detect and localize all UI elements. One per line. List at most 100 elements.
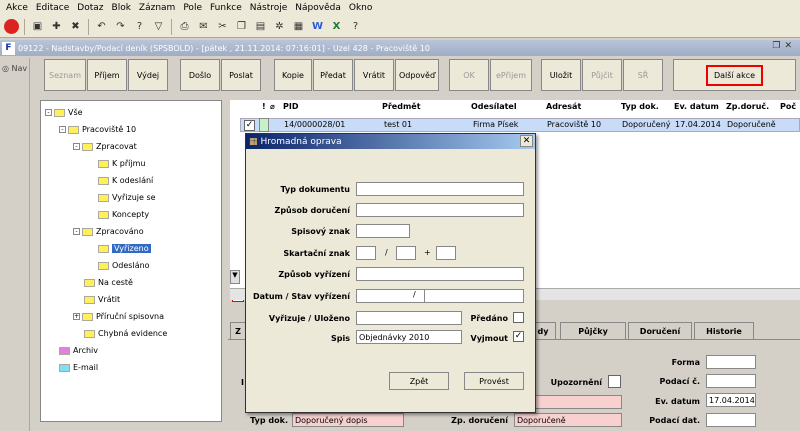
menu-napoveda[interactable]: Nápověda	[291, 3, 345, 13]
expand-icon[interactable]: +	[73, 313, 80, 320]
query-icon[interactable]: ?	[131, 18, 148, 35]
sr-button[interactable]: SŘ	[623, 59, 663, 91]
redo-icon[interactable]: ↷	[112, 18, 129, 35]
undo-icon[interactable]: ↶	[93, 18, 110, 35]
tab-doruceni[interactable]: Doručení	[628, 322, 692, 340]
cell-zpdoruc[interactable]: Doporučeně	[727, 120, 776, 129]
prijem-button[interactable]: Příjem	[87, 59, 127, 91]
typ-dokumentu-field[interactable]	[356, 182, 524, 196]
tab-historie[interactable]: Historie	[694, 322, 754, 340]
col-poc[interactable]: Poč	[780, 102, 796, 111]
collapse-icon[interactable]: -	[45, 109, 52, 116]
cell-typdok[interactable]: Doporučený	[622, 120, 671, 129]
menu-nastroje[interactable]: Nástroje	[246, 3, 292, 13]
skartacni-znak-field-1[interactable]	[356, 246, 376, 260]
menu-dotaz[interactable]: Dotaz	[73, 3, 107, 13]
scroll-down-icon[interactable]: ▼	[230, 270, 240, 284]
cell-predmet[interactable]: test 01	[384, 120, 412, 129]
tab-z[interactable]: Z	[230, 322, 246, 340]
col-evdatum[interactable]: Ev. datum	[674, 102, 719, 111]
paste-icon[interactable]: ▤	[252, 18, 269, 35]
col-adresat[interactable]: Adresát	[546, 102, 581, 111]
zpusob-doruceni-field[interactable]	[356, 203, 524, 217]
col-pid[interactable]: PID	[283, 102, 298, 111]
col-zpdoruc[interactable]: Zp.doruč.	[726, 102, 769, 111]
tree-item-vyrizeno[interactable]: Vyřízeno	[98, 244, 151, 253]
menu-okno[interactable]: Okno	[345, 3, 377, 13]
podaci-dat-field[interactable]	[706, 413, 756, 427]
spis-field[interactable]: Objednávky 2010	[356, 330, 462, 344]
row-checkbox[interactable]: ✓	[244, 120, 255, 131]
tree-item-prirucni[interactable]: + Příruční spisovna	[73, 312, 164, 321]
filter-icon[interactable]: ▽	[150, 18, 167, 35]
col-typdok[interactable]: Typ dok.	[621, 102, 659, 111]
dalsi-akce-button[interactable]: Další akce	[705, 64, 764, 86]
cell-odesilatel[interactable]: Firma Písek	[473, 120, 518, 129]
tree-item-email[interactable]: E-mail	[59, 363, 98, 372]
tree-item-zpracovano[interactable]: - Zpracováno	[73, 227, 144, 236]
copy-icon[interactable]: ❐	[233, 18, 250, 35]
tree-item-vratit[interactable]: Vrátit	[84, 295, 120, 304]
nav-label[interactable]: ◎ Nav	[2, 64, 27, 73]
zpdoruc-field[interactable]: Doporučeně	[514, 413, 622, 427]
delete-icon[interactable]: ✖	[67, 18, 84, 35]
mail-icon[interactable]: ✉	[195, 18, 212, 35]
skartacni-znak-field-3[interactable]	[436, 246, 456, 260]
cell-evdatum[interactable]: 17.04.2014	[675, 120, 721, 129]
tree-item-vse[interactable]: - Vše	[45, 108, 83, 117]
podaci-c-field[interactable]	[706, 374, 756, 388]
tree-item-archiv[interactable]: Archiv	[59, 346, 98, 355]
skartacni-znak-field-2[interactable]	[396, 246, 416, 260]
tree-item-chybna[interactable]: Chybná evidence	[84, 329, 167, 338]
tree-item-na-ceste[interactable]: Na cestě	[84, 278, 133, 287]
seznam-button[interactable]: Seznam	[44, 59, 86, 91]
collapse-icon[interactable]: -	[59, 126, 66, 133]
new-icon[interactable]: ✚	[48, 18, 65, 35]
col-predmet[interactable]: Předmět	[382, 102, 421, 111]
tree-item-zpracovat[interactable]: - Zpracovat	[73, 142, 137, 151]
excel-icon[interactable]: X	[328, 18, 345, 35]
window-controls[interactable]: ❐✕	[772, 41, 796, 51]
dialog-titlebar[interactable]: ▦ Hromadná oprava	[246, 134, 535, 149]
tools-icon[interactable]: ✲	[271, 18, 288, 35]
upozorneni-checkbox[interactable]	[608, 375, 621, 388]
vyrizuje-field[interactable]	[356, 311, 462, 325]
ev-datum-field[interactable]: 17.04.2014	[706, 393, 756, 407]
zpusob-vyrizeni-field[interactable]	[356, 267, 524, 281]
tree-item-vyrizuje[interactable]: Vyřizuje se	[98, 193, 156, 202]
zpet-button[interactable]: Zpět	[389, 372, 449, 390]
calendar-icon[interactable]: ▦	[290, 18, 307, 35]
tree-item-k-odeslani[interactable]: K odeslání	[98, 176, 153, 185]
poslat-button[interactable]: Poslat	[221, 59, 261, 91]
menu-editace[interactable]: Editace	[32, 3, 73, 13]
predat-button[interactable]: Předat	[313, 59, 353, 91]
cell-adresat[interactable]: Pracoviště 10	[547, 120, 601, 129]
cut-icon[interactable]: ✂	[214, 18, 231, 35]
menu-zaznam[interactable]: Záznam	[135, 3, 179, 13]
eprijem-button[interactable]: ePřijem	[490, 59, 532, 91]
pujcit-button[interactable]: Půjčit	[582, 59, 622, 91]
collapse-icon[interactable]: -	[73, 143, 80, 150]
help-icon[interactable]: ?	[347, 18, 364, 35]
vydej-button[interactable]: Výdej	[128, 59, 168, 91]
ok-button[interactable]: OK	[449, 59, 489, 91]
menu-akce[interactable]: Akce	[2, 3, 32, 13]
tree-item-pracoviste[interactable]: - Pracoviště 10	[59, 125, 136, 134]
cell-pid[interactable]: 14/0000028/01	[284, 120, 345, 129]
odpoved-button[interactable]: Odpověď	[395, 59, 439, 91]
ulozit-button[interactable]: Uložit	[541, 59, 581, 91]
tree-item-odeslano[interactable]: Odesláno	[98, 261, 150, 270]
spisovy-znak-field[interactable]	[356, 224, 410, 238]
word-icon[interactable]: W	[309, 18, 326, 35]
tree-item-koncepty[interactable]: Koncepty	[98, 210, 149, 219]
collapse-icon[interactable]: -	[73, 228, 80, 235]
tab-pujcky[interactable]: Půjčky	[560, 322, 626, 340]
close-icon[interactable]: ✕	[520, 135, 533, 147]
col-odesilatel[interactable]: Odesílatel	[471, 102, 517, 111]
stav-vyrizeni-field[interactable]	[424, 289, 524, 303]
typdok-field[interactable]: Doporučený dopis	[292, 413, 404, 427]
print-icon[interactable]: ⎙	[176, 18, 193, 35]
vyjmout-checkbox[interactable]: ✓	[513, 331, 524, 342]
forma-field[interactable]	[706, 355, 756, 369]
provest-button[interactable]: Provést	[464, 372, 524, 390]
